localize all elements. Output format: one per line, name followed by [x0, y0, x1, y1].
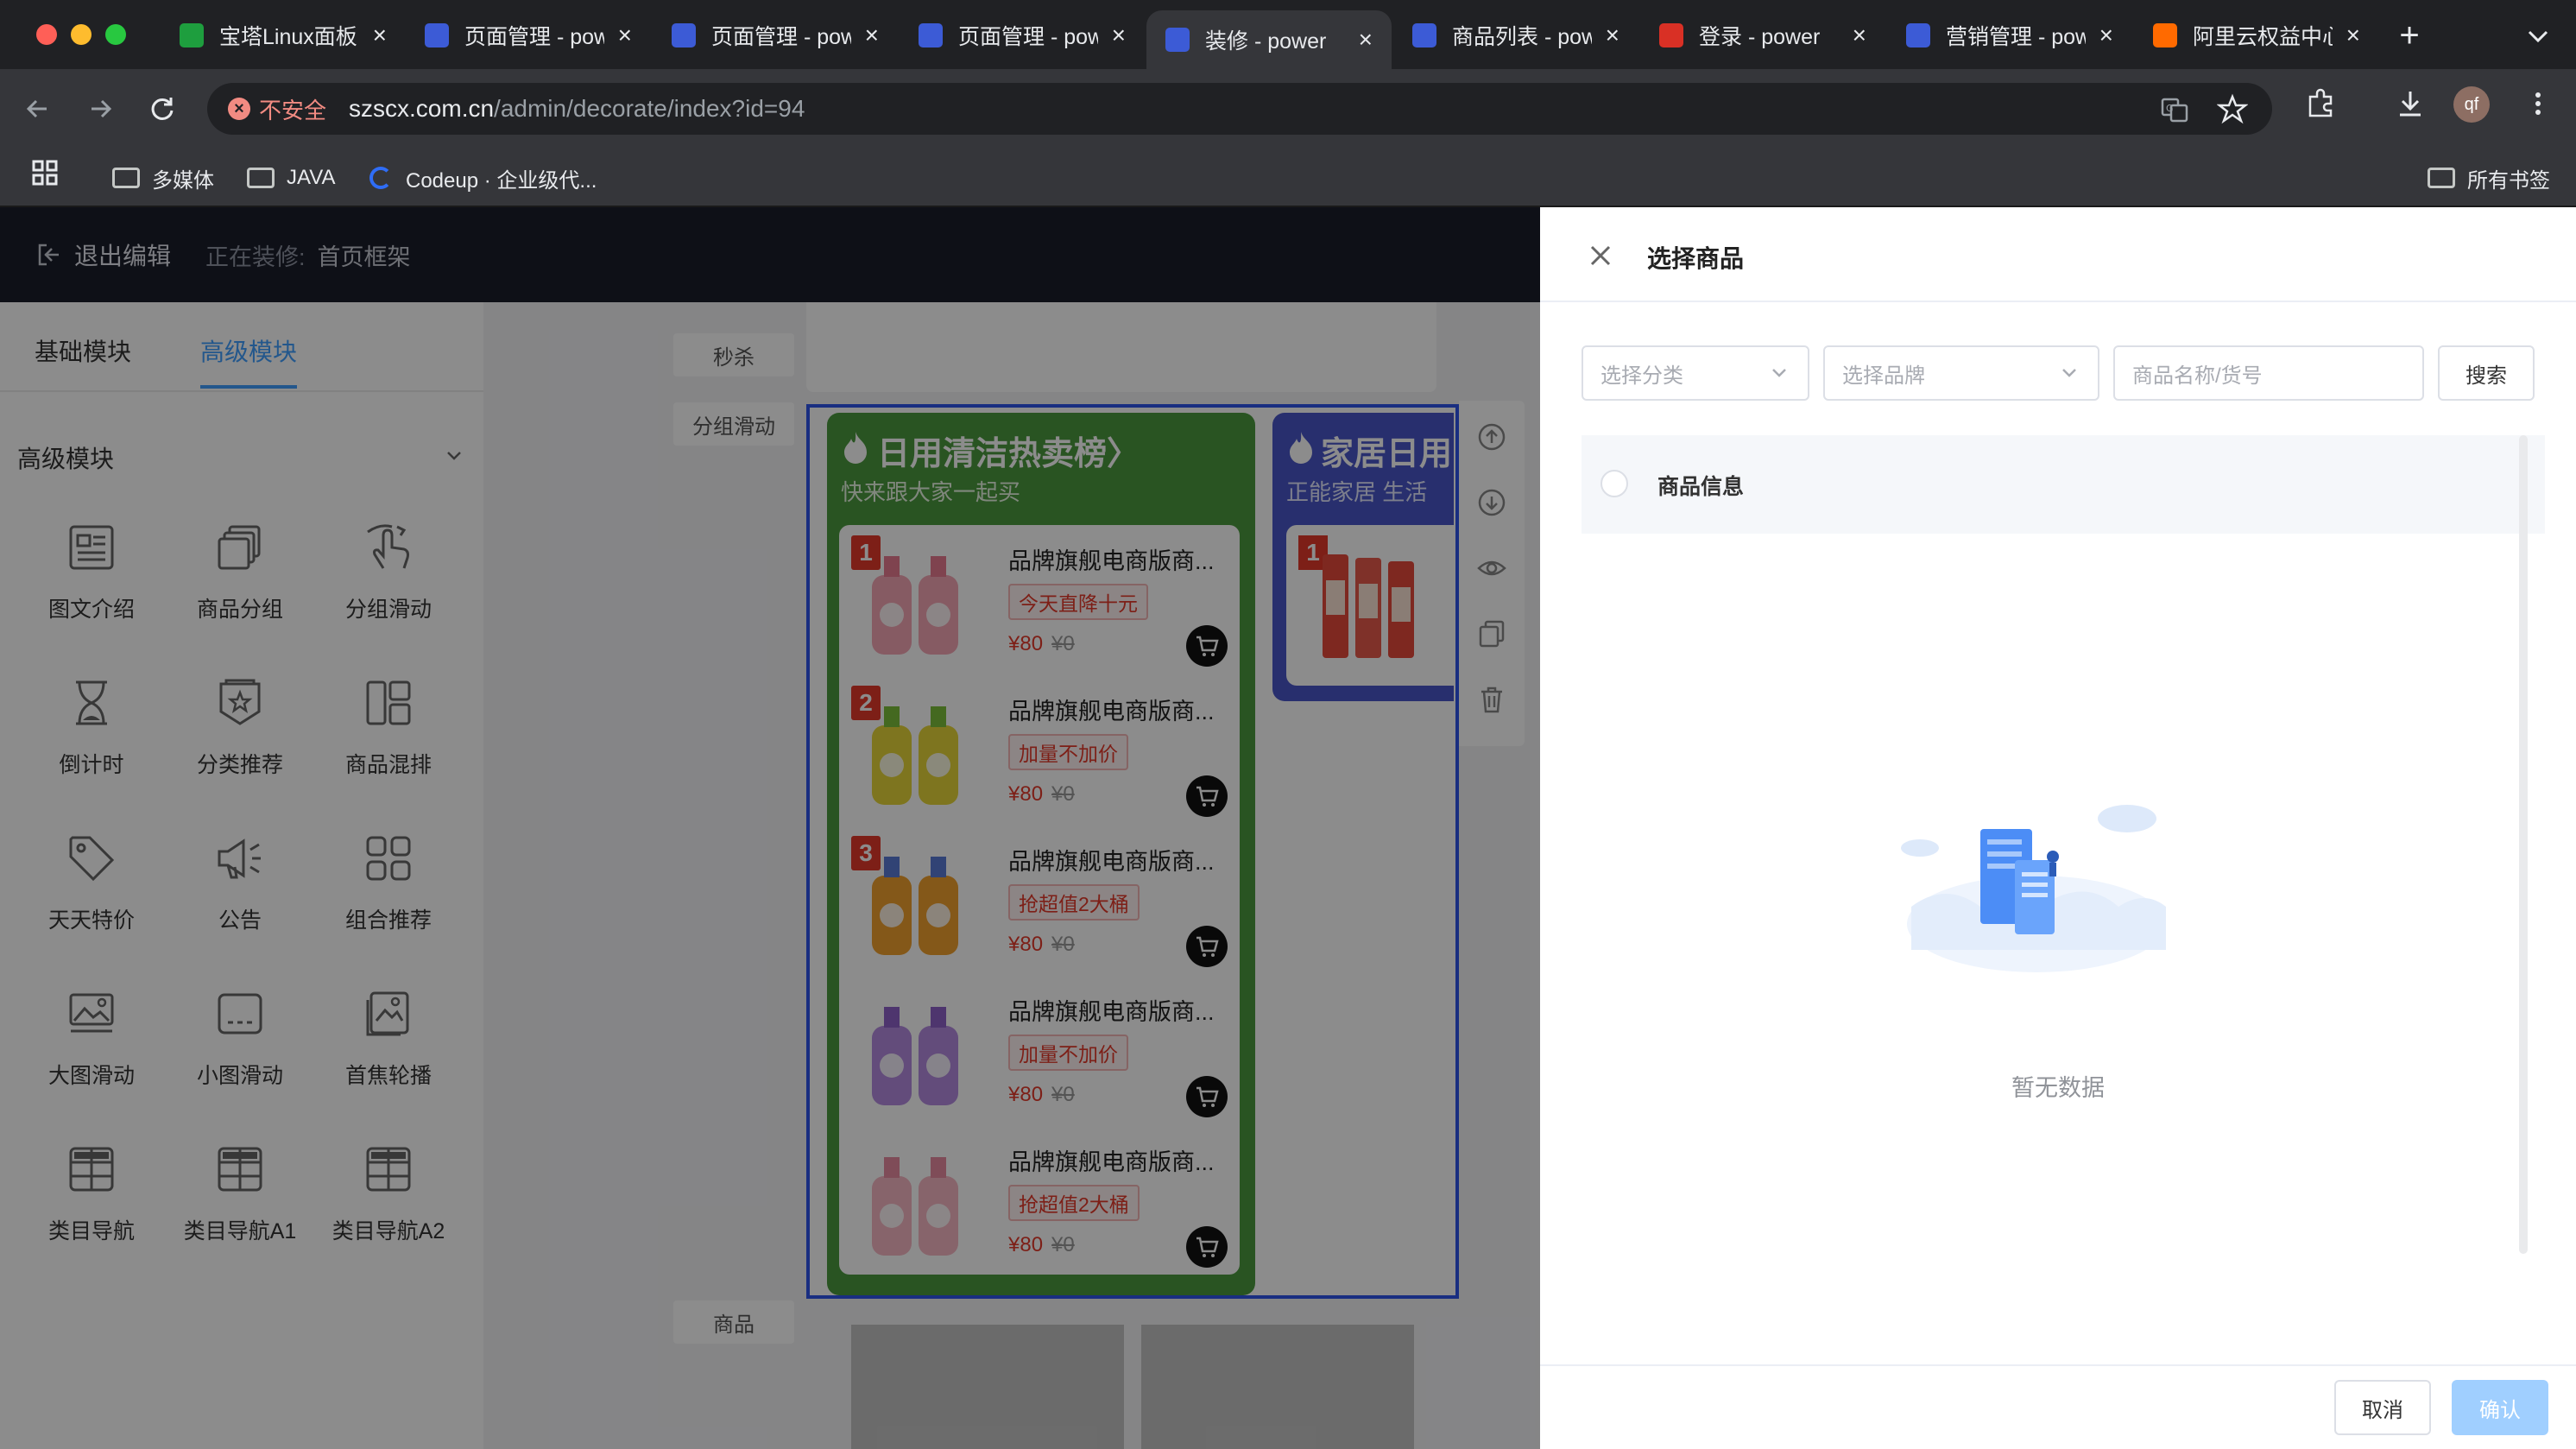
- column-product-info: 商品信息: [1657, 475, 1745, 499]
- empty-state-illustration: [1894, 777, 2179, 976]
- url-domain: szscx.com.cn: [349, 95, 495, 122]
- bookmark-label: 多媒体: [152, 168, 214, 193]
- tab-title: 页面管理 - power: [464, 25, 604, 49]
- tab-close-icon[interactable]: ×: [618, 22, 632, 49]
- bookmark-multimedia[interactable]: 多媒体: [112, 159, 214, 197]
- divider: [1540, 1364, 2576, 1366]
- tab-close-icon[interactable]: ×: [865, 22, 879, 49]
- close-icon[interactable]: [1585, 240, 1616, 271]
- bookmark-label: Codeup · 企业级代...: [406, 168, 597, 193]
- browser-tab[interactable]: 宝塔Linux面板 ×: [161, 12, 406, 59]
- select-product-drawer: 选择商品 选择分类 选择品牌 商品名称/货号 搜索 商品信息 暂无数据 取消 确…: [1540, 207, 2576, 1449]
- tab-close-icon[interactable]: ×: [2099, 22, 2113, 49]
- warning-icon: ×: [228, 98, 250, 120]
- bookmark-java[interactable]: JAVA: [247, 159, 335, 197]
- chevron-down-icon: [1772, 369, 1786, 377]
- tab-title: 登录 - power: [1699, 25, 1821, 49]
- t-logo-icon: [672, 23, 696, 47]
- tab-close-icon[interactable]: ×: [1853, 22, 1866, 49]
- tab-title: 营销管理 - power: [1946, 25, 2086, 49]
- category-select-placeholder: 选择分类: [1601, 364, 1683, 388]
- more-menu-icon[interactable]: [2521, 86, 2555, 121]
- browser-tab[interactable]: 页面管理 - power ×: [406, 12, 651, 59]
- browser-tab[interactable]: 页面管理 - power ×: [653, 12, 898, 59]
- folder-icon: [247, 168, 275, 188]
- all-bookmarks[interactable]: 所有书签: [2428, 159, 2550, 197]
- folder-icon: [112, 168, 140, 188]
- tab-title: 商品列表 - power: [1452, 25, 1592, 49]
- chevron-down-icon: [2062, 369, 2076, 377]
- tab-title: 页面管理 - power: [958, 25, 1098, 49]
- minimize-window-button[interactable]: [71, 24, 92, 45]
- empty-state-text: 暂无数据: [2011, 1075, 2105, 1101]
- bookmark-codeup[interactable]: Codeup · 企业级代...: [369, 159, 597, 197]
- profile-avatar[interactable]: qf: [2453, 86, 2490, 123]
- tab-close-icon[interactable]: ×: [1606, 22, 1619, 49]
- browser-tab[interactable]: 阿里云权益中心 ×: [2134, 12, 2379, 59]
- bookmark-label: JAVA: [287, 166, 336, 189]
- table-header: 商品信息: [1582, 435, 2545, 534]
- forward-icon[interactable]: [79, 88, 121, 130]
- divider: [1540, 301, 2576, 302]
- reload-icon[interactable]: [142, 88, 183, 130]
- browser-tab[interactable]: 装修 - power ×: [1146, 10, 1392, 69]
- brand-select-placeholder: 选择品牌: [1842, 364, 1925, 388]
- back-icon[interactable]: [17, 88, 59, 130]
- url-text[interactable]: szscx.com.cn/admin/decorate/index?id=94: [349, 95, 805, 123]
- tab-search-chevron-icon[interactable]: [2521, 19, 2555, 54]
- download-icon[interactable]: [2393, 86, 2428, 121]
- tab-close-icon[interactable]: ×: [373, 22, 387, 49]
- address-bar[interactable]: × 不安全 szscx.com.cn/admin/decorate/index?…: [207, 83, 2272, 135]
- tab-title: 装修 - power: [1205, 29, 1327, 54]
- aliyun-icon: [2153, 23, 2177, 47]
- browser-tab[interactable]: 商品列表 - power ×: [1393, 12, 1638, 59]
- tab-close-icon[interactable]: ×: [1359, 26, 1373, 54]
- modal-overlay[interactable]: [0, 207, 1540, 1449]
- browser-tab[interactable]: 页面管理 - power ×: [900, 12, 1145, 59]
- t-logo-icon: [919, 23, 943, 47]
- folder-icon: [2428, 168, 2455, 188]
- security-label: 不安全: [259, 97, 327, 123]
- search-input-placeholder: 商品名称/货号: [2132, 364, 2263, 388]
- browser-tab[interactable]: 登录 - power ×: [1640, 12, 1885, 59]
- codeup-icon: [369, 167, 392, 189]
- cancel-button[interactable]: 取消: [2334, 1380, 2431, 1435]
- maximize-window-button[interactable]: [105, 24, 126, 45]
- t-logo-icon: [1165, 28, 1190, 52]
- select-all-checkbox[interactable]: [1601, 470, 1628, 497]
- extensions-icon[interactable]: [2303, 86, 2338, 121]
- browser-tab-strip: 宝塔Linux面板×页面管理 - power×页面管理 - power×页面管理…: [0, 0, 2576, 69]
- drawer-title: 选择商品: [1647, 245, 1745, 272]
- tab-title: 页面管理 - power: [711, 25, 851, 49]
- table-scrollbar[interactable]: [2519, 435, 2528, 1254]
- search-button[interactable]: 搜索: [2438, 345, 2535, 401]
- browser-tab[interactable]: 营销管理 - power ×: [1887, 12, 2132, 59]
- category-select[interactable]: 选择分类: [1582, 345, 1809, 401]
- confirm-button[interactable]: 确认: [2452, 1380, 2548, 1435]
- t-logo-icon: [425, 23, 449, 47]
- tab-title: 阿里云权益中心: [2193, 25, 2333, 49]
- new-tab-button[interactable]: +: [2386, 12, 2433, 59]
- bookmark-label: 所有书签: [2467, 168, 2550, 193]
- brand-select[interactable]: 选择品牌: [1823, 345, 2099, 401]
- tab-close-icon[interactable]: ×: [1112, 22, 1126, 49]
- tab-title: 宝塔Linux面板: [219, 25, 357, 49]
- tab-close-icon[interactable]: ×: [2346, 22, 2360, 49]
- login-icon: [1659, 23, 1683, 47]
- security-chip[interactable]: × 不安全: [228, 93, 326, 125]
- t-logo-icon: [1906, 23, 1930, 47]
- url-path: /admin/decorate/index?id=94: [494, 95, 805, 122]
- svg-text:G: G: [2166, 103, 2174, 114]
- translate-icon[interactable]: G: [2160, 95, 2189, 124]
- close-window-button[interactable]: [36, 24, 57, 45]
- apps-grid-icon[interactable]: [31, 159, 59, 187]
- star-icon[interactable]: [2216, 93, 2249, 124]
- product-search-input[interactable]: 商品名称/货号: [2113, 345, 2424, 401]
- shield-icon: [180, 23, 204, 47]
- t-logo-icon: [1412, 23, 1436, 47]
